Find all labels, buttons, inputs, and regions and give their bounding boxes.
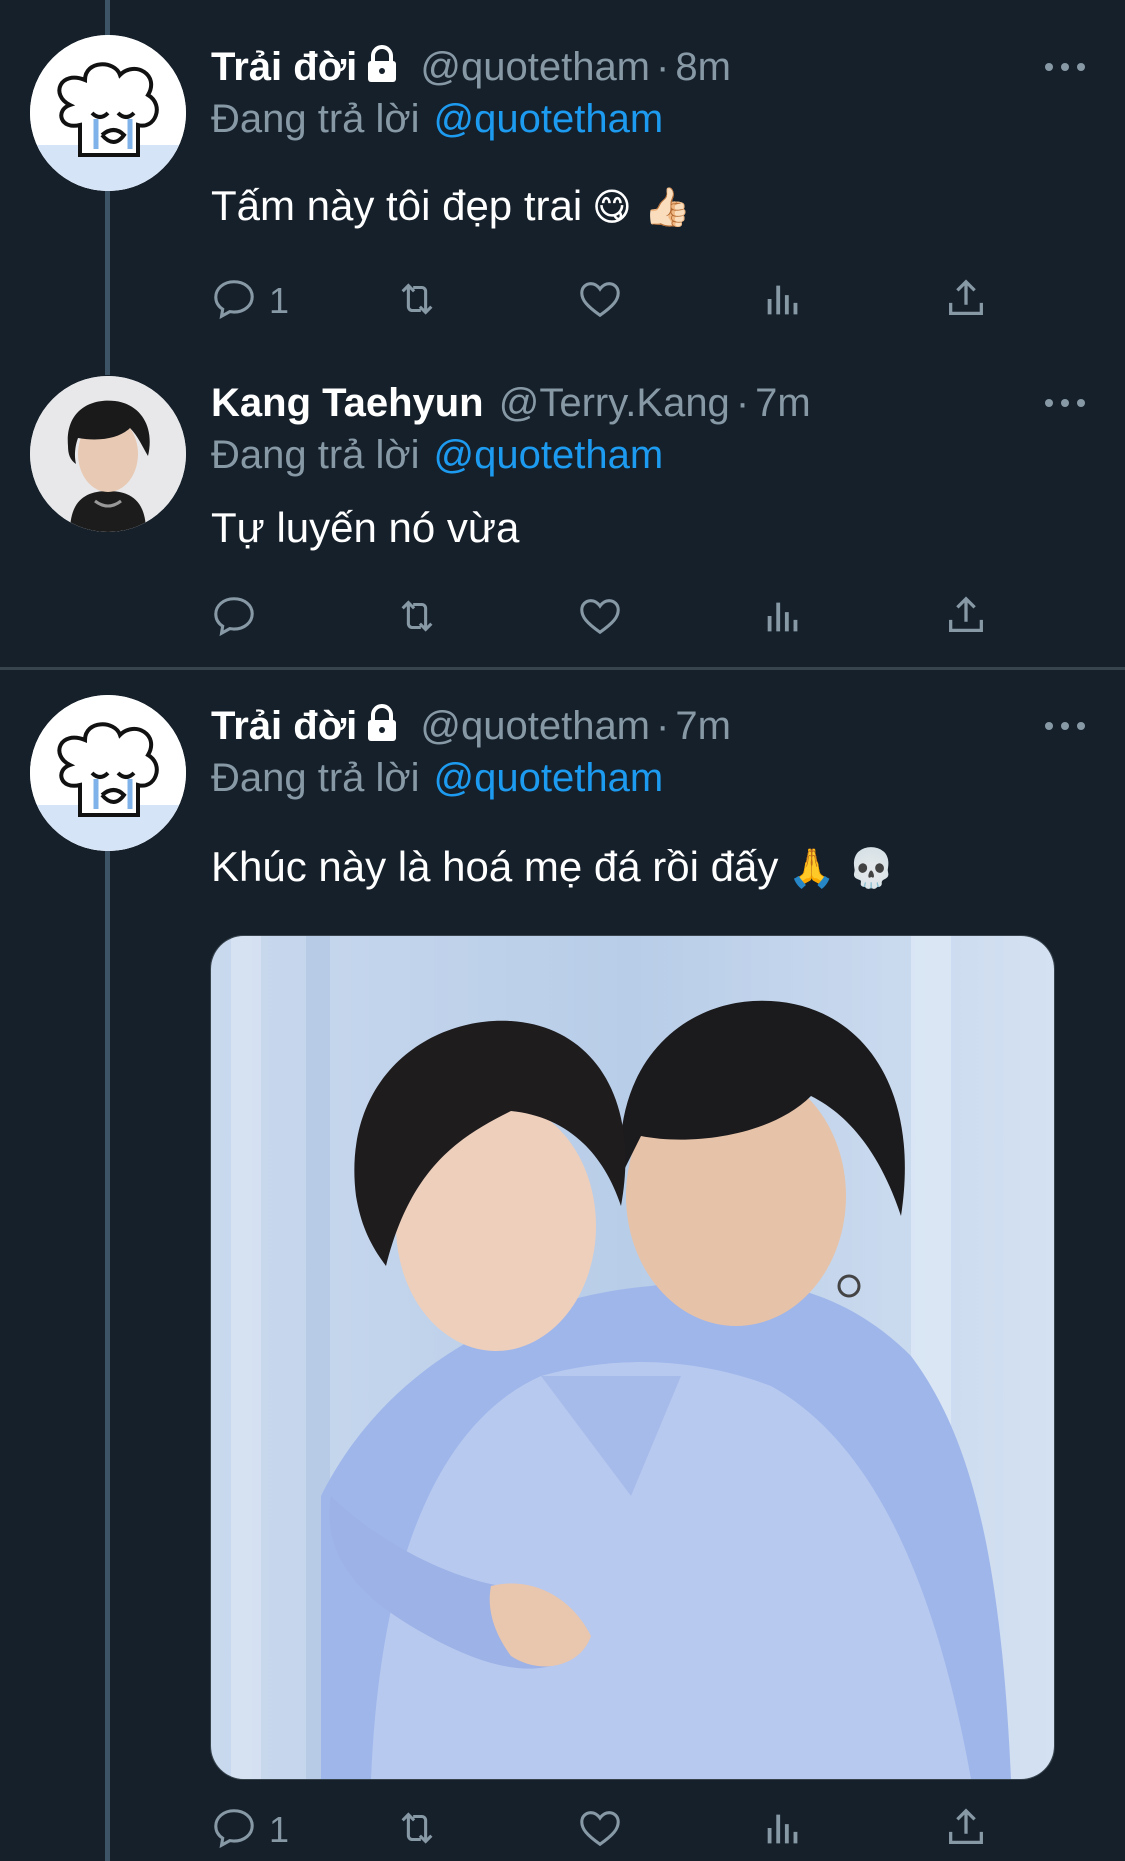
mention-link[interactable]: @quotetham — [434, 433, 664, 477]
like-button[interactable] — [577, 588, 623, 648]
handle[interactable]: @Terry.Kang — [499, 381, 730, 425]
tweet-actions: 1 — [211, 271, 1001, 331]
tweet-text: Khúc này là hoá mẹ đá rồi đấy 🙏 💀 — [211, 843, 895, 891]
display-name[interactable]: Kang Taehyun — [211, 381, 484, 425]
heart-icon — [577, 593, 623, 644]
views-icon — [760, 593, 806, 644]
separator-dot: · — [735, 381, 750, 425]
tweet-header: Kang Taehyun @Terry.Kang · 7m — [211, 374, 811, 432]
lock-icon — [365, 42, 399, 100]
reply-icon — [211, 1805, 257, 1856]
like-button[interactable] — [577, 1800, 623, 1860]
share-button[interactable] — [943, 588, 989, 648]
reply-count: 1 — [269, 280, 290, 321]
tweet-text: Tự luyến nó vừa — [211, 504, 519, 552]
handle[interactable]: @quotetham — [420, 45, 650, 89]
reply-button[interactable] — [211, 588, 257, 648]
lock-icon — [365, 701, 399, 759]
avatar[interactable] — [30, 695, 186, 851]
display-name[interactable]: Trải đời — [211, 45, 357, 89]
thread-line — [105, 850, 110, 1861]
like-button[interactable] — [577, 271, 623, 331]
tweet-body: Khúc này là hoá mẹ đá rồi đấy — [211, 843, 779, 890]
mention-link[interactable]: @quotetham — [434, 97, 664, 141]
more-icon[interactable] — [1045, 697, 1085, 755]
handle[interactable]: @quotetham — [420, 704, 650, 748]
reply-button[interactable]: 1 — [211, 271, 289, 331]
replying-to: Đang trả lời @quotetham — [211, 97, 663, 142]
retweet-icon — [394, 593, 440, 644]
tweet-body: Tấm này tôi đẹp trai — [211, 182, 583, 229]
tweet-header: Trải đời @quotetham · 8m — [211, 38, 731, 96]
replying-to: Đang trả lời @quotetham — [211, 433, 663, 478]
replying-to: Đang trả lời @quotetham — [211, 756, 663, 801]
retweet-icon — [394, 276, 440, 327]
retweet-icon — [394, 1805, 440, 1856]
tweet-actions: 1 — [211, 1800, 1001, 1860]
timestamp[interactable]: 8m — [675, 45, 731, 89]
views-icon — [760, 276, 806, 327]
avatar[interactable] — [30, 35, 186, 191]
reply-icon — [211, 276, 257, 327]
retweet-button[interactable] — [394, 588, 440, 648]
replying-label: Đang trả lời — [211, 97, 420, 141]
views-button[interactable] — [760, 588, 806, 648]
replying-label: Đang trả lời — [211, 433, 420, 477]
heart-icon — [577, 1805, 623, 1856]
avatar[interactable] — [30, 376, 186, 532]
more-icon[interactable] — [1045, 374, 1085, 432]
divider — [0, 667, 1125, 670]
tweet-text: Tấm này tôi đẹp trai 😋 👍🏻 — [211, 182, 691, 230]
tweet-actions — [211, 588, 1001, 648]
share-icon — [943, 593, 989, 644]
reply-count: 1 — [269, 1809, 290, 1850]
separator-dot: · — [656, 45, 670, 89]
thread-line — [105, 190, 110, 375]
retweet-button[interactable] — [394, 1800, 440, 1860]
reply-button[interactable]: 1 — [211, 1800, 289, 1860]
share-icon — [943, 276, 989, 327]
share-button[interactable] — [943, 1800, 989, 1860]
display-name[interactable]: Trải đời — [211, 704, 357, 748]
tweet-emojis: 🙏 💀 — [788, 846, 896, 890]
tweet-body: Tự luyến nó vừa — [211, 504, 520, 551]
separator-dot: · — [656, 704, 670, 748]
tweet-header: Trải đời @quotetham · 7m — [211, 697, 731, 755]
mention-link[interactable]: @quotetham — [434, 756, 664, 800]
retweet-button[interactable] — [394, 271, 440, 331]
share-icon — [943, 1805, 989, 1856]
tweet-media-image[interactable] — [210, 935, 1055, 1780]
heart-icon — [577, 276, 623, 327]
timestamp[interactable]: 7m — [755, 381, 811, 425]
share-button[interactable] — [943, 271, 989, 331]
views-button[interactable] — [760, 271, 806, 331]
views-button[interactable] — [760, 1800, 806, 1860]
more-icon[interactable] — [1045, 38, 1085, 96]
views-icon — [760, 1805, 806, 1856]
timestamp[interactable]: 7m — [675, 704, 731, 748]
replying-label: Đang trả lời — [211, 756, 420, 800]
tweet-emojis: 😋 👍🏻 — [592, 185, 692, 229]
reply-icon — [211, 593, 257, 644]
thread-line-top — [105, 0, 110, 35]
